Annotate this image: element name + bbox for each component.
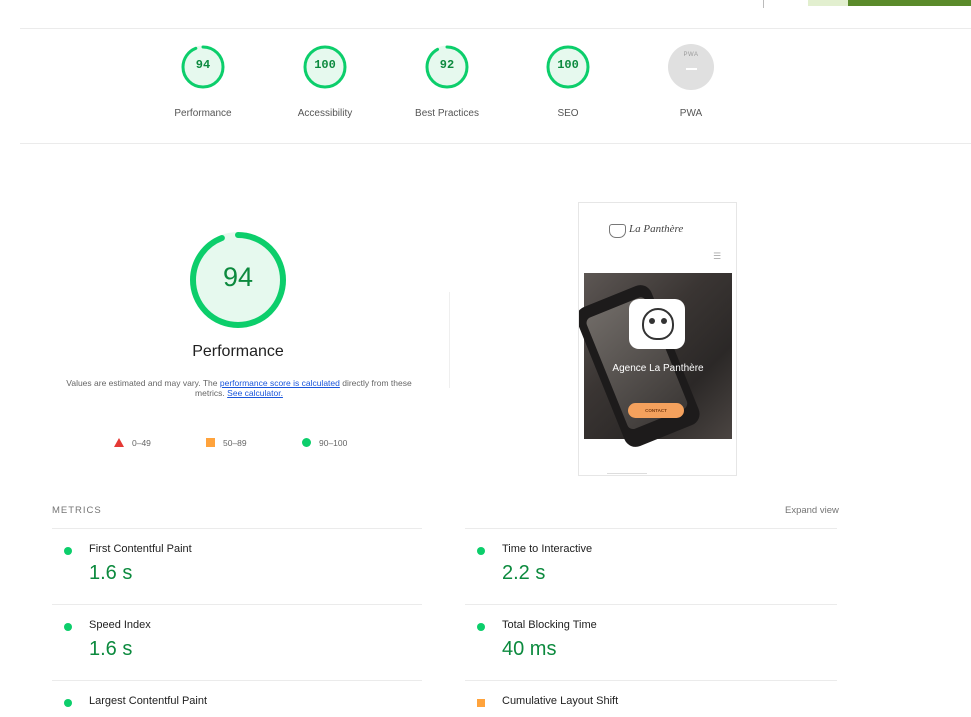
metric-divider (52, 680, 422, 681)
gauge-score: 94 (195, 58, 211, 72)
average-square-icon (477, 699, 485, 707)
triangle-icon (114, 438, 124, 447)
metric-label: Time to Interactive (502, 543, 593, 555)
panther-logo-icon (609, 224, 626, 238)
pass-circle-icon (64, 623, 72, 631)
metric-value: 1.6 s (89, 638, 133, 660)
divider-top (20, 28, 971, 29)
toolbar-fragment-light (808, 0, 848, 6)
final-screenshot[interactable]: La Panthère ☰ Agence La Panthère CONTACT (578, 202, 737, 476)
gauge-label: Accessibility (297, 108, 353, 119)
legend-average: 50–89 (206, 437, 247, 451)
legend-range: 90–100 (319, 438, 348, 448)
gauge-performance[interactable]: 94 Performance (148, 44, 258, 134)
screenshot-hero-title: Agence La Panthère (612, 363, 704, 374)
metric-cumulative-layout-shift: Cumulative Layout Shift (465, 682, 835, 717)
metric-time-to-interactive: Time to Interactive 2.2 s (465, 530, 835, 600)
divider-gauges (20, 143, 971, 144)
panther-eye-icon (649, 318, 655, 324)
legend-range: 0–49 (132, 438, 151, 448)
toolbar-fragment-dark[interactable] (848, 0, 971, 6)
metric-divider (465, 680, 837, 681)
metric-label: Total Blocking Time (502, 619, 597, 631)
gauge-seo[interactable]: 100 SEO (513, 44, 623, 134)
pass-circle-icon (477, 623, 485, 631)
legend-pass: 90–100 (302, 437, 347, 451)
pass-circle-icon (64, 547, 72, 555)
see-calculator-link[interactable]: See calculator. (227, 388, 283, 398)
metric-value: 40 ms (502, 638, 557, 660)
pass-circle-icon (64, 699, 72, 707)
metric-divider (52, 604, 422, 605)
expand-view-toggle[interactable]: Expand view (785, 505, 839, 516)
gauge-accessibility[interactable]: 100 Accessibility (270, 44, 380, 134)
metric-total-blocking-time: Total Blocking Time 40 ms (465, 606, 835, 676)
gauge-label: PWA (679, 108, 703, 119)
circle-icon (302, 438, 311, 447)
performance-title: Performance (192, 343, 284, 360)
performance-score: 94 (222, 262, 254, 292)
metrics-heading: METRICS (52, 505, 102, 516)
panther-badge-icon (629, 299, 685, 349)
metric-label: First Contentful Paint (89, 543, 192, 555)
panther-eye-icon (661, 318, 667, 324)
square-icon (206, 438, 215, 447)
gauge-score: 100 (314, 58, 336, 72)
screenshot-hero: Agence La Panthère CONTACT (579, 273, 732, 451)
metric-divider (465, 604, 837, 605)
metric-divider (465, 528, 837, 529)
gauge-label: Performance (174, 108, 232, 119)
metric-label: Cumulative Layout Shift (502, 695, 619, 707)
pwa-badge-icon: PWA (668, 44, 714, 90)
screenshot-footer-line (607, 473, 647, 474)
legend-range: 50–89 (223, 438, 247, 448)
gauge-label: Best Practices (415, 108, 479, 119)
metric-label: Speed Index (89, 619, 151, 631)
metric-value: 1.6 s (89, 562, 133, 584)
gauge-label: SEO (557, 108, 579, 119)
gauge-score: 100 (557, 58, 579, 72)
gauge-score: 92 (439, 58, 455, 72)
toolbar-divider (763, 0, 764, 8)
legend-fail: 0–49 (114, 437, 151, 451)
menu-icon: ☰ (713, 251, 722, 261)
section-divider (449, 292, 450, 388)
pass-circle-icon (477, 547, 485, 555)
gauge-best-practices[interactable]: 92 Best Practices (392, 44, 502, 134)
metric-first-contentful-paint: First Contentful Paint 1.6 s (52, 530, 422, 600)
pwa-badge-text: PWA (683, 52, 699, 58)
panther-face-icon (642, 308, 674, 340)
metric-value: 2.2 s (502, 562, 546, 584)
screenshot-brand: La Panthère (629, 223, 684, 235)
description-text: Values are estimated and may vary. The (66, 378, 220, 388)
gauge-pwa[interactable]: PWA PWA (636, 44, 746, 134)
metric-divider (52, 528, 422, 529)
pwa-dash-icon (686, 68, 697, 70)
metric-largest-contentful-paint: Largest Contentful Paint (52, 682, 422, 717)
metric-label: Largest Contentful Paint (89, 695, 208, 707)
metric-speed-index: Speed Index 1.6 s (52, 606, 422, 676)
screenshot-contact-button: CONTACT (628, 403, 684, 418)
performance-score-link[interactable]: performance score is calculated (220, 378, 340, 388)
performance-description: Values are estimated and may vary. The p… (64, 378, 414, 398)
